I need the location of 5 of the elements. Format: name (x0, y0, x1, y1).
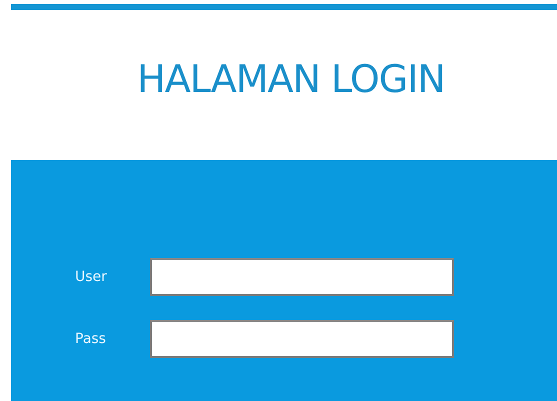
input-field[interactable] (150, 258, 454, 296)
input-field[interactable] (150, 320, 454, 358)
field-label: User (75, 269, 108, 285)
page-title: HALAMAN LOGIN (137, 57, 445, 101)
field-label: Pass (75, 331, 107, 347)
